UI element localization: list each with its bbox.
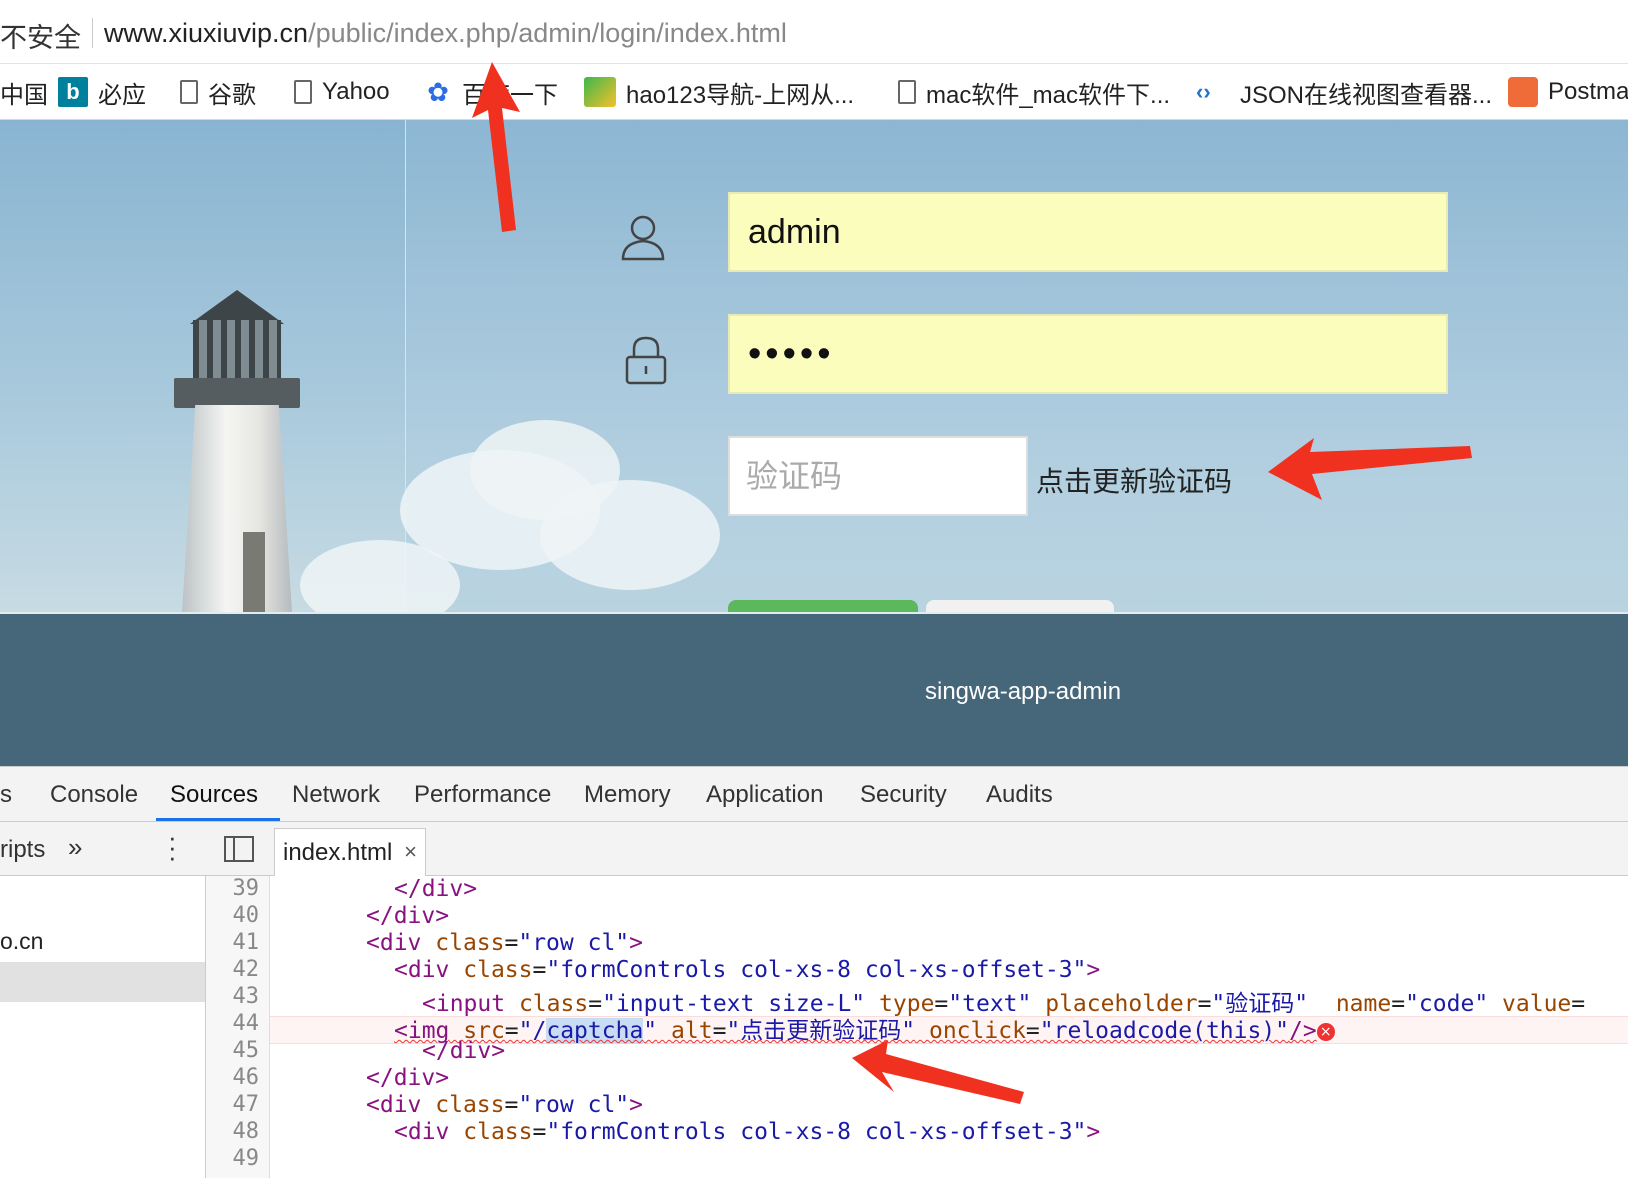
cancel-button[interactable] [926,600,1114,612]
code-line-40: </div> [366,903,450,929]
password-input[interactable]: ••••• [728,314,1448,394]
line-number[interactable]: 40 [233,903,260,928]
line-number-gutter: 39 40 41 42 43 44 45 46 47 48 49 [206,876,270,1178]
code-line-48: <div class="formControls col-xs-8 col-xs… [394,1119,1101,1145]
navigator-toolbar: ripts » · · · [0,822,206,876]
code-line-41: <div class="row cl"> [366,930,643,956]
tab-network[interactable]: Network [292,781,380,809]
tab-memory[interactable]: Memory [584,781,671,809]
tab-application[interactable]: Application [706,781,823,809]
file-tab-label: index.html [283,839,393,866]
code-line-45: </div> [422,1038,506,1064]
bookmark-zhongguo[interactable]: 中国 [0,74,48,110]
line-number[interactable]: 48 [233,1119,260,1144]
bookmark-biying[interactable]: b 必应 [58,74,146,110]
tab-performance[interactable]: Performance [414,781,551,809]
code-line-47: <div class="row cl"> [366,1092,643,1118]
footer-text: singwa-app-admin [925,678,1122,705]
username-input[interactable]: admin [728,192,1448,272]
page-icon [180,80,198,104]
navigator-selected-item[interactable] [0,962,205,1002]
line-number[interactable]: 49 [233,1146,260,1171]
baidu-paw-icon: ✿ [427,77,449,107]
bookmark-json-viewer[interactable]: ‹› JSON在线视图查看器... [1196,74,1492,110]
url-host: www.xiuxiuvip.cn [104,18,309,48]
lighthouse-gallery [174,378,300,408]
navigator-domain[interactable]: o.cn [0,928,43,955]
close-icon[interactable]: × [404,839,417,865]
bookmark-postman[interactable]: Postma [1508,74,1628,110]
line-number[interactable]: 47 [233,1092,260,1117]
address-bar[interactable]: 不安全 www.xiuxiuvip.cn/public/index.php/ad… [0,0,1628,64]
line-number[interactable]: 39 [233,876,260,901]
line-number[interactable]: 46 [233,1065,260,1090]
bookmarks-bar: 中国 b 必应 谷歌 Yahoo ✿ 百度一下 hao123导航-上网从... ma… [0,64,1628,120]
tab-sources[interactable]: Sources [170,781,258,809]
login-button[interactable] [728,600,918,612]
lighthouse-door [243,532,265,612]
captcha-image-alt[interactable]: 点击更新验证码 [1036,460,1232,500]
page-footer: singwa-app-admin [0,612,1628,766]
page-icon [898,80,916,104]
bookmark-baidu[interactable]: ✿ 百度一下 [424,74,558,110]
active-tab-indicator [156,818,280,821]
search-highlight: captcha [546,1018,644,1044]
page-icon [294,80,312,104]
tab-security[interactable]: Security [860,781,947,809]
more-tabs-icon[interactable]: » [68,832,82,863]
tab-audits[interactable]: Audits [986,781,1053,809]
line-number[interactable]: 45 [233,1038,260,1063]
error-icon[interactable]: × [1316,1022,1335,1041]
editor-toolbar: index.html × [206,822,1628,876]
code-line-39: </div> [394,876,478,902]
line-number[interactable]: 42 [233,957,260,982]
lock-icon [625,336,667,385]
code-editor[interactable]: </div> </div> <div class="row cl"> <div … [270,876,1628,1178]
devtools-tabbar: s Console Sources Network Performance Me… [0,766,1628,822]
line-number[interactable]: 41 [233,930,260,955]
bookmark-guge[interactable]: 谷歌 [180,74,256,110]
sources-navigator: ripts » · · · o.cn [0,822,206,1178]
lighthouse-image [0,120,460,612]
security-indicator[interactable]: 不安全 [0,16,81,55]
bookmark-yahoo[interactable]: Yahoo [294,74,390,110]
bookmark-mac-software[interactable]: mac软件_mac软件下... [898,74,1170,110]
code-line-42: <div class="formControls col-xs-8 col-xs… [394,957,1101,983]
tab-elements[interactable]: s [0,781,12,809]
file-tab-index[interactable]: index.html × [274,828,426,876]
cloud [540,480,720,590]
bookmark-hao123[interactable]: hao123导航-上网从... [584,74,854,110]
kebab-menu-icon[interactable]: · · · [168,824,177,870]
hao123-icon [584,77,616,107]
tab-console[interactable]: Console [50,781,138,809]
lighthouse-roof [190,290,284,324]
line-number[interactable]: 44 [233,1011,260,1036]
address-separator [92,18,93,48]
navigator-tab-scripts[interactable]: ripts [0,836,45,864]
json-icon: ‹› [1196,79,1211,104]
captcha-input[interactable]: 验证码 [728,436,1028,516]
code-line-46: </div> [366,1065,450,1091]
line-number[interactable]: 43 [233,984,260,1009]
login-page: admin ••••• 验证码 点击更新验证码 [0,120,1628,612]
postman-icon [1508,77,1538,107]
lighthouse-lantern [193,320,281,382]
lighthouse-tower [182,405,292,612]
code-line-44: <img src="/captcha" alt="点击更新验证码" onclic… [394,1011,1335,1045]
url-path: /public/index.php/admin/login/index.html [308,18,787,48]
toggle-navigator-icon[interactable] [224,836,254,862]
user-icon [621,215,665,261]
url-text[interactable]: www.xiuxiuvip.cn/public/index.php/admin/… [104,18,787,49]
bing-icon: b [58,77,88,107]
